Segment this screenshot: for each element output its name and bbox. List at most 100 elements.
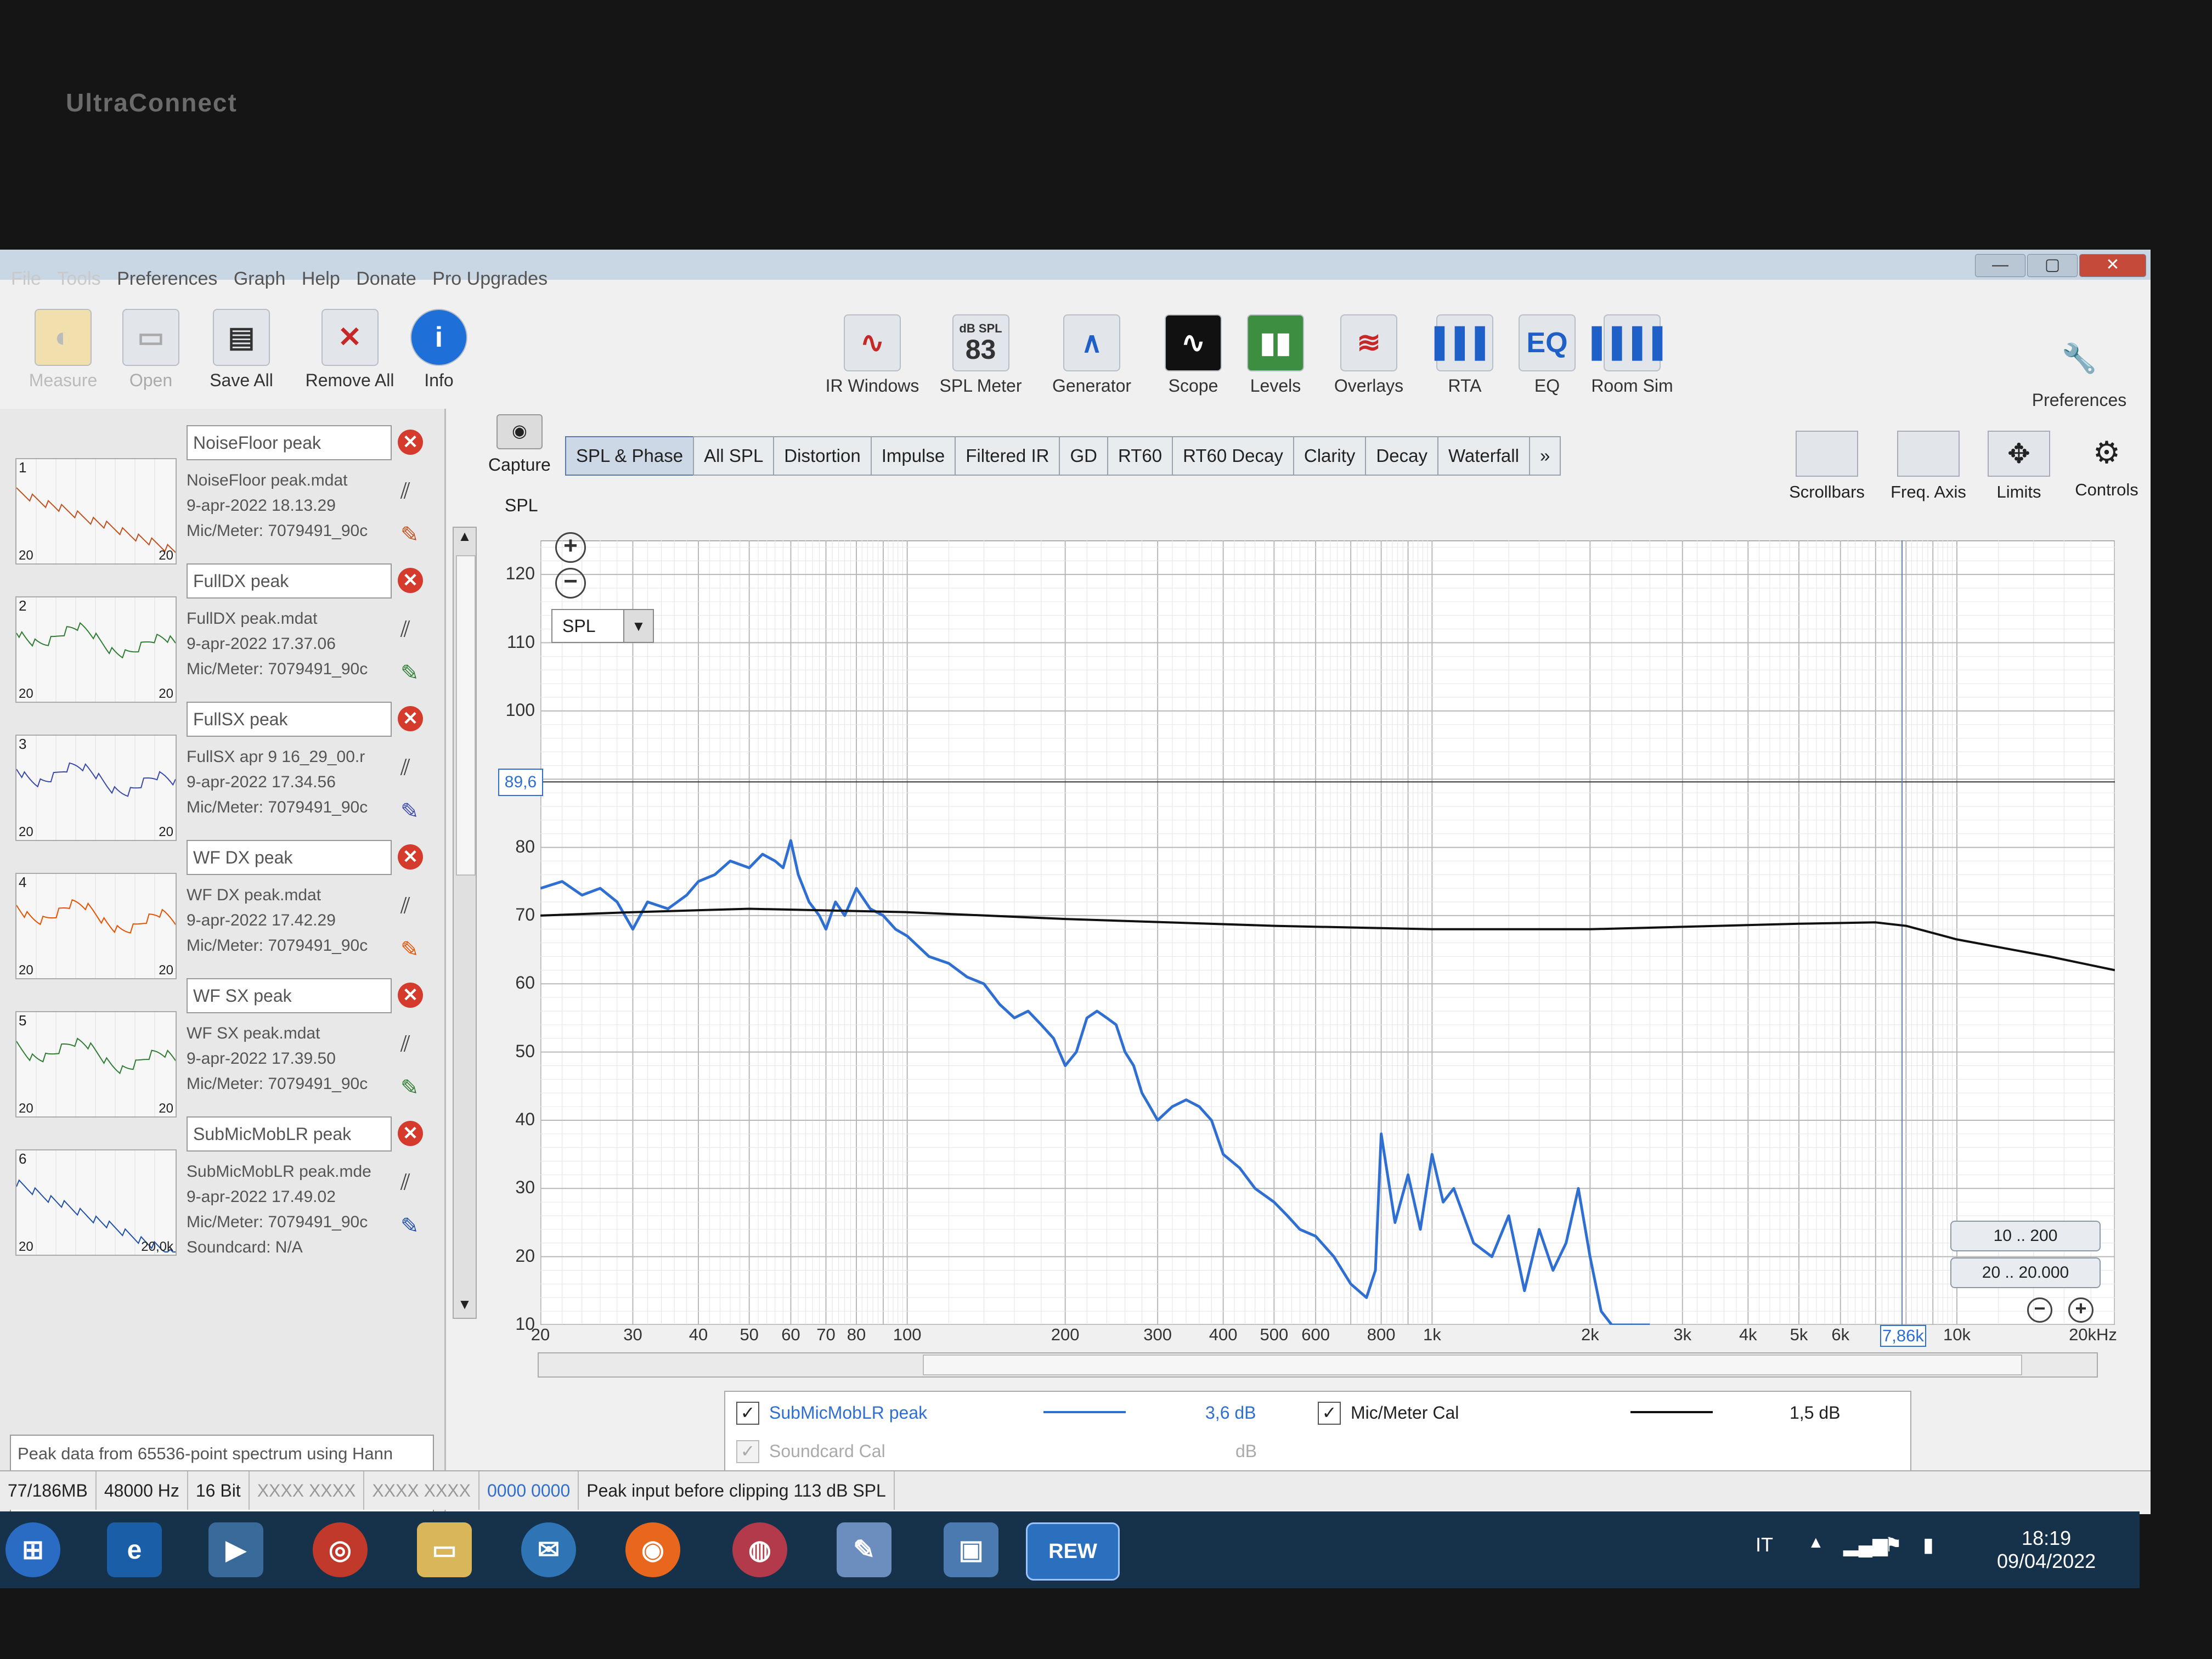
overlay-toggle-icon[interactable]: ⫽: [400, 607, 419, 651]
measurement-name-field[interactable]: WF DX peak: [187, 840, 392, 875]
app-red-icon[interactable]: ◍: [732, 1522, 787, 1577]
ir-windows-button[interactable]: ∿ IR Windows: [817, 314, 927, 396]
color-pencil-icon[interactable]: ✎: [400, 651, 419, 695]
language-indicator[interactable]: IT: [1756, 1533, 1773, 1556]
range-zoom-out-icon[interactable]: −: [2027, 1297, 2052, 1323]
measurement-item[interactable]: NoiseFloor peak ✕ 1 20 20 NoiseFloor peak.mda…: [5, 414, 439, 565]
zoom-in-icon[interactable]: +: [555, 532, 586, 563]
room-sim-button[interactable]: ▌▌▌▌ Room Sim: [1585, 314, 1679, 396]
preferences-button[interactable]: 🔧 Preferences: [2024, 331, 2134, 410]
measurement-item[interactable]: WF SX peak ✕ 5 20 20 WF SX peak.mdat 9-apr-202…: [5, 967, 439, 1118]
measurement-thumbnail[interactable]: 4 20 20: [15, 873, 177, 979]
menu-graph[interactable]: Graph: [234, 268, 286, 290]
overlay-toggle-icon[interactable]: ⫽: [400, 746, 419, 789]
graph-tab[interactable]: Filtered IR: [955, 436, 1060, 476]
menu-help[interactable]: Help: [302, 268, 340, 290]
spl-meter-button[interactable]: dB SPL 83 SPL Meter: [933, 314, 1029, 396]
legend-checkbox-soundcard[interactable]: ✓: [736, 1440, 759, 1463]
menu-preferences[interactable]: Preferences: [117, 268, 217, 290]
measurement-name-field[interactable]: FullSX peak: [187, 702, 392, 737]
range-zoom-in-icon[interactable]: +: [2068, 1297, 2094, 1323]
graph-tab[interactable]: »: [1528, 436, 1561, 476]
range-10-200-button[interactable]: 10 .. 200: [1950, 1221, 2101, 1251]
capture-button[interactable]: ◉ Capture: [488, 414, 551, 475]
spl-graph[interactable]: [539, 539, 2116, 1327]
graph-tab[interactable]: Waterfall: [1437, 436, 1530, 476]
color-pencil-icon[interactable]: ✎: [400, 1066, 419, 1110]
limits-button[interactable]: ✥ Limits: [1980, 431, 2057, 502]
overlay-toggle-icon[interactable]: ⫽: [400, 1022, 419, 1066]
graph-tab[interactable]: Decay: [1365, 436, 1438, 476]
graph-scroll-thumb[interactable]: [923, 1355, 2022, 1375]
measurement-item[interactable]: FullDX peak ✕ 2 20 20 FullDX peak.mdat 9-apr-2…: [5, 552, 439, 703]
delete-measurement-icon[interactable]: ✕: [398, 706, 423, 731]
signal-icon[interactable]: ▂▄▆: [1843, 1533, 1888, 1556]
measurement-thumbnail[interactable]: 2 20 20: [15, 596, 177, 703]
measurement-name-field[interactable]: WF SX peak: [187, 978, 392, 1013]
color-pencil-icon[interactable]: ✎: [400, 928, 419, 972]
thunderbird-icon[interactable]: ✉: [521, 1522, 576, 1577]
paint-icon[interactable]: ✎: [837, 1522, 891, 1577]
delete-measurement-icon[interactable]: ✕: [398, 844, 423, 870]
start-orb-icon[interactable]: ⊞: [5, 1522, 60, 1577]
overlay-toggle-icon[interactable]: ⫽: [400, 1160, 419, 1204]
flag-icon[interactable]: ⚑: [1884, 1533, 1902, 1556]
zoom-out-icon[interactable]: −: [555, 568, 586, 599]
measurement-thumbnail[interactable]: 6 20 20,0k: [15, 1149, 177, 1256]
generator-button[interactable]: ∧ Generator: [1042, 314, 1141, 396]
measurement-name-field[interactable]: SubMicMobLR peak: [187, 1116, 392, 1152]
delete-measurement-icon[interactable]: ✕: [398, 568, 423, 593]
eq-button[interactable]: EQ EQ: [1514, 314, 1580, 396]
chevron-down-icon[interactable]: ▼: [623, 610, 653, 642]
clock[interactable]: 18:19 09/04/2022: [1997, 1527, 2096, 1573]
measurement-thumbnail[interactable]: 5 20 20: [15, 1011, 177, 1118]
battery-icon[interactable]: ▮: [1923, 1533, 1934, 1556]
measurement-thumbnail[interactable]: 1 20 20: [15, 458, 177, 565]
save-all-button[interactable]: ▤ Save All: [200, 309, 283, 391]
chrome-icon[interactable]: ◎: [313, 1522, 368, 1577]
legend-checkbox-micmeter[interactable]: ✓: [1318, 1402, 1341, 1425]
remove-all-button[interactable]: ✕ Remove All: [299, 309, 400, 391]
delete-measurement-icon[interactable]: ✕: [398, 1121, 423, 1146]
graph-tab[interactable]: Clarity: [1293, 436, 1367, 476]
menu-file[interactable]: File: [11, 268, 41, 290]
graph-tab[interactable]: RT60 Decay: [1172, 436, 1294, 476]
rta-button[interactable]: ▌▌▌ RTA: [1426, 314, 1503, 396]
color-pencil-icon[interactable]: ✎: [400, 789, 419, 833]
measurements-scroll-thumb[interactable]: [456, 555, 476, 876]
media-player-icon[interactable]: ▶: [208, 1522, 263, 1577]
graph-tab[interactable]: Impulse: [870, 436, 956, 476]
menu-donate[interactable]: Donate: [356, 268, 416, 290]
tray-arrow-icon[interactable]: ▲: [1808, 1533, 1824, 1552]
overlay-toggle-icon[interactable]: ⫽: [400, 469, 419, 513]
measure-button[interactable]: ◐ Measure: [22, 309, 104, 391]
scroll-down-arrow-icon[interactable]: ▼: [456, 1296, 473, 1318]
scrollbars-button[interactable]: Scrollbars: [1780, 431, 1874, 502]
measurement-thumbnail[interactable]: 3 20 20: [15, 735, 177, 841]
open-button[interactable]: ▭ Open: [112, 309, 189, 391]
ie-icon[interactable]: e: [107, 1522, 162, 1577]
measurements-scrollbar[interactable]: ▲ ▼: [453, 527, 477, 1319]
levels-button[interactable]: ▮▮ Levels: [1237, 314, 1314, 396]
measurement-item[interactable]: WF DX peak ✕ 4 20 20 WF DX peak.mdat 9-apr-202…: [5, 829, 439, 979]
range-20-20000-button[interactable]: 20 .. 20.000: [1950, 1257, 2101, 1288]
scope-button[interactable]: ∿ Scope: [1152, 314, 1234, 396]
menu-pro-upgrades[interactable]: Pro Upgrades: [432, 268, 548, 290]
legend-checkbox-submicmoblr[interactable]: ✓: [736, 1402, 759, 1425]
firefox-icon[interactable]: ◉: [625, 1522, 680, 1577]
delete-measurement-icon[interactable]: ✕: [398, 983, 423, 1008]
overlays-button[interactable]: ≋ Overlays: [1322, 314, 1415, 396]
overlay-toggle-icon[interactable]: ⫽: [400, 884, 419, 928]
network-icon[interactable]: ▣: [944, 1522, 998, 1577]
controls-button[interactable]: ⚙ Controls: [2066, 431, 2148, 500]
graph-tab[interactable]: All SPL: [693, 436, 775, 476]
scroll-up-arrow-icon[interactable]: ▲: [456, 528, 473, 550]
color-pencil-icon[interactable]: ✎: [400, 1204, 419, 1248]
graph-tab[interactable]: RT60: [1107, 436, 1173, 476]
graph-tab[interactable]: GD: [1059, 436, 1108, 476]
measurement-item[interactable]: FullSX peak ✕ 3 20 20 FullSX apr 9 16_29_00.r…: [5, 691, 439, 841]
rew-taskbar-button[interactable]: REW: [1026, 1522, 1120, 1581]
spl-selector[interactable]: SPL ▼: [551, 609, 654, 643]
freq-axis-button[interactable]: Freq. Axis: [1882, 431, 1975, 502]
info-button[interactable]: i Info: [409, 309, 469, 391]
